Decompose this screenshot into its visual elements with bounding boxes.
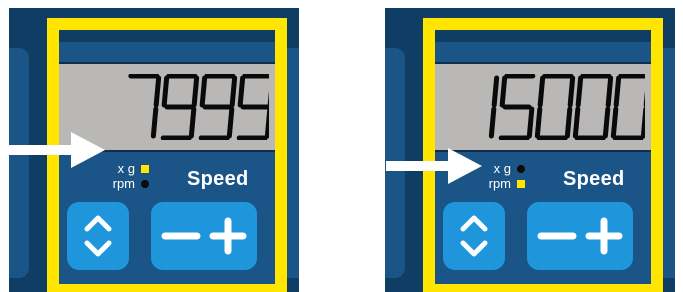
lcd-digits xyxy=(488,74,645,140)
unit-row-rpm: rpm xyxy=(103,177,149,192)
arrow-right-icon xyxy=(386,148,482,184)
lcd-segment xyxy=(488,106,497,139)
unit-row-xg: x g xyxy=(479,162,525,177)
lcd-segment xyxy=(191,75,200,108)
lcd-segment xyxy=(572,106,581,139)
lcd-digit xyxy=(610,74,645,140)
unit-toggle-button[interactable] xyxy=(443,202,505,270)
lcd-segment xyxy=(264,106,269,139)
unit-row-xg: x g xyxy=(103,162,149,177)
lcd-segment xyxy=(153,75,162,108)
lcd-digit xyxy=(160,74,200,140)
rpm-indicator-light xyxy=(517,180,525,188)
lcd-segment xyxy=(564,106,573,139)
lcd-segment xyxy=(199,75,208,108)
arrow-right-icon xyxy=(9,132,105,168)
lcd-segment xyxy=(602,106,611,139)
speed-adjust-button[interactable] xyxy=(527,202,633,270)
rpm-indicator-light xyxy=(141,180,149,188)
lcd-segment xyxy=(161,75,170,108)
lcd-digit xyxy=(498,74,536,140)
lcd-segment xyxy=(188,106,197,139)
lcd-segment xyxy=(605,75,614,108)
unit-row-rpm: rpm xyxy=(479,177,525,192)
lcd-display: 15000 xyxy=(435,62,651,152)
minus-plus-icon xyxy=(161,217,247,255)
unit-indicators: x g rpm xyxy=(103,162,149,196)
speed-label: Speed xyxy=(187,168,249,190)
xg-indicator-light xyxy=(141,165,149,173)
lcd-digit xyxy=(128,74,162,139)
lcd-segment xyxy=(499,75,508,108)
unit-label-xg: x g xyxy=(493,161,511,176)
chevron-up-down-icon xyxy=(84,215,112,257)
lcd-segment xyxy=(150,106,159,139)
lcd-segment xyxy=(610,106,619,139)
lcd-digit xyxy=(488,75,500,139)
lcd-digit xyxy=(198,74,238,140)
lcd-segment xyxy=(229,75,238,108)
unit-label-rpm: rpm xyxy=(112,176,135,191)
lcd-segment xyxy=(567,75,576,108)
lcd-segment xyxy=(534,106,543,139)
lcd-segment xyxy=(226,106,235,139)
unit-label-rpm: rpm xyxy=(488,176,511,191)
lcd-segment xyxy=(237,75,246,108)
lcd-segment xyxy=(537,75,546,108)
xg-indicator-light xyxy=(517,165,525,173)
lcd-digit xyxy=(534,74,576,140)
speed-label: Speed xyxy=(563,168,625,190)
lcd-segment xyxy=(613,75,622,108)
unit-toggle-button[interactable] xyxy=(67,202,129,270)
unit-label-xg: x g xyxy=(117,161,135,176)
frame-top-strip xyxy=(435,30,651,42)
unit-indicators: x g rpm xyxy=(479,162,525,196)
chevron-up-down-icon xyxy=(460,215,488,257)
minus-plus-icon xyxy=(537,217,623,255)
lcd-segment xyxy=(575,75,584,108)
lcd-segment xyxy=(491,75,500,108)
lcd-digit xyxy=(572,74,614,140)
lcd-segment xyxy=(526,106,535,139)
speed-adjust-button[interactable] xyxy=(151,202,257,270)
lcd-segment xyxy=(640,106,645,139)
frame-top-strip xyxy=(59,30,275,42)
lcd-digit xyxy=(236,74,269,140)
